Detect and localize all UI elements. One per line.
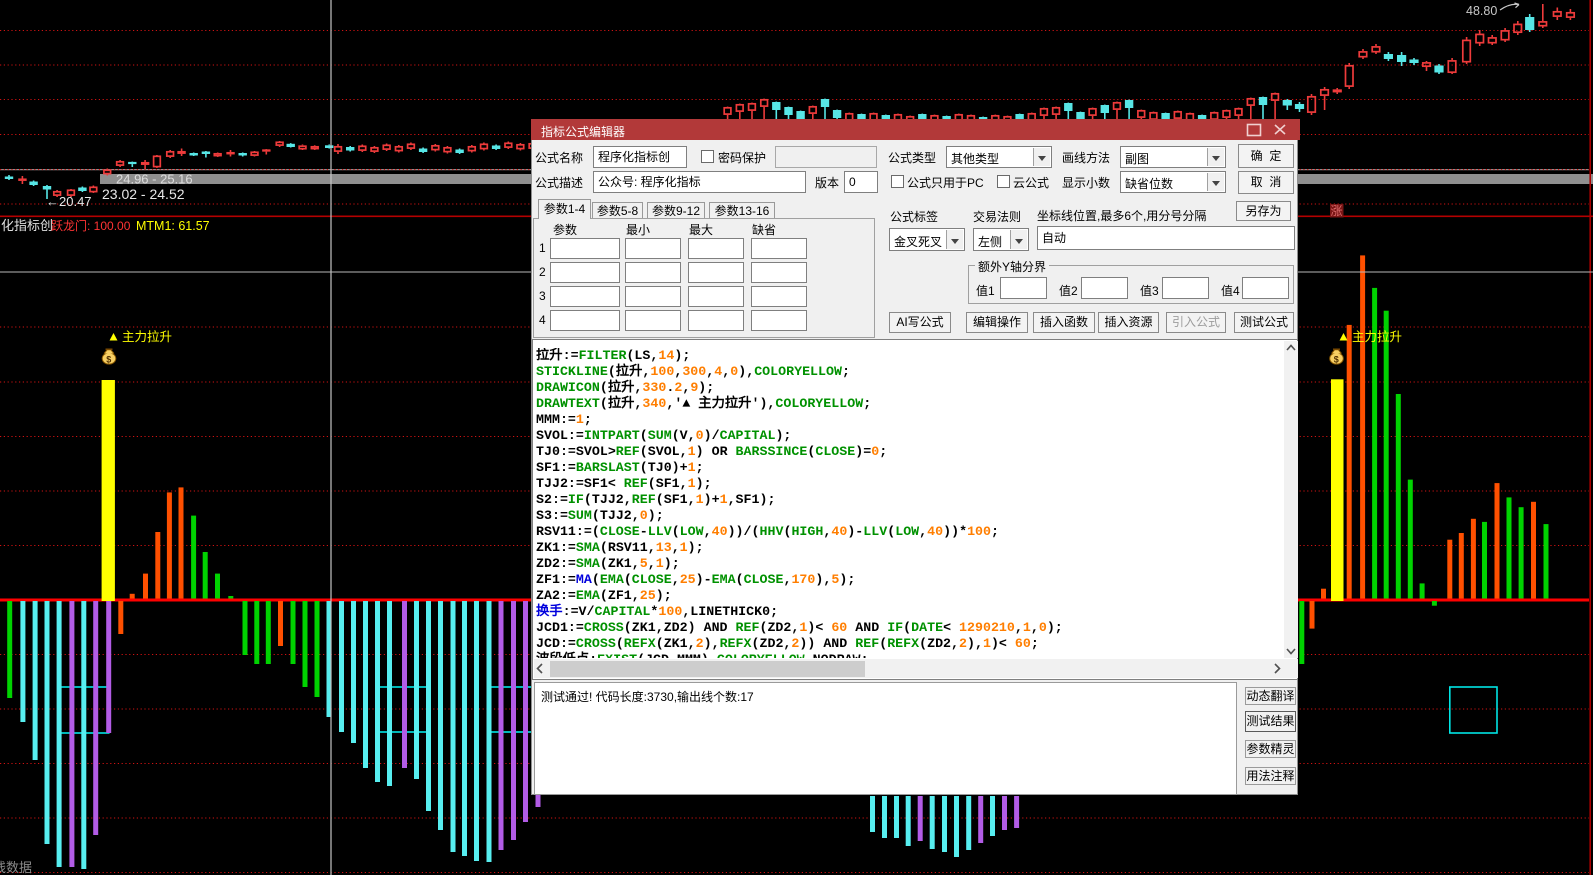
svg-text:线数据: 线数据 xyxy=(0,860,32,875)
svg-text:48.80: 48.80 xyxy=(1466,4,1497,18)
svg-text:MTM1: 61.57: MTM1: 61.57 xyxy=(136,219,210,233)
svg-text:涨: 涨 xyxy=(1331,203,1343,218)
svg-text:主力拉升: 主力拉升 xyxy=(1352,329,1402,344)
svg-text:23.02 - 24.52: 23.02 - 24.52 xyxy=(102,186,185,202)
svg-text:跃龙门: 100.00: 跃龙门: 100.00 xyxy=(51,218,131,233)
svg-text:主力拉升: 主力拉升 xyxy=(122,329,172,344)
svg-text:$: $ xyxy=(1334,355,1339,365)
svg-text:24.96 - 25.16: 24.96 - 25.16 xyxy=(116,172,193,187)
svg-text:化指标创: 化指标创 xyxy=(1,218,53,233)
svg-text:$: $ xyxy=(106,355,111,365)
svg-text:←20.47: ←20.47 xyxy=(46,194,92,209)
